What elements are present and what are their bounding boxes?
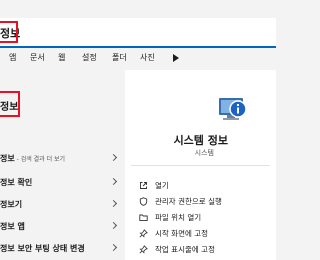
open-action[interactable]: 열기 <box>139 178 274 194</box>
action-label: 열기 <box>155 181 169 190</box>
action-label: 파일 위치 열기 <box>155 213 202 222</box>
app-subtitle: 시스템 <box>194 149 214 157</box>
result-label: 정보기 <box>0 200 23 209</box>
list-item[interactable]: 정보 - 검색 결과 더 보기 <box>0 150 122 168</box>
app-title: 시스템 정보 <box>173 134 228 147</box>
open-file-location-action[interactable]: 파일 위치 열기 <box>139 210 274 226</box>
run-as-admin-action[interactable]: 관리자 권한으로 실행 <box>139 194 274 210</box>
list-item[interactable]: 정보 보안 부팅 상태 변경 <box>0 240 122 258</box>
list-item[interactable]: 정보기 <box>0 196 122 214</box>
more-tabs-icon[interactable] <box>173 54 179 62</box>
pin-icon <box>139 229 148 238</box>
pin-to-start-action[interactable]: 시작 화면에 고정 <box>139 226 274 242</box>
tab-photos[interactable]: 사진 <box>140 52 155 63</box>
search-bar[interactable]: 정보 <box>0 18 276 48</box>
system-info-icon <box>219 98 247 120</box>
tab-documents[interactable]: 문서 <box>30 52 45 63</box>
open-icon <box>140 182 147 189</box>
pin-icon <box>139 245 148 254</box>
results-list: 정보 정보 - 검색 결과 더 보기 정보 확인 정보기 정보 앱 정보 보안 … <box>0 74 122 260</box>
chevron-right-icon <box>109 221 118 230</box>
shield-icon <box>139 197 148 206</box>
list-item[interactable]: 정보 앱 <box>0 218 122 236</box>
search-highlight-box <box>0 21 18 43</box>
action-label: 시작 화면에 고정 <box>155 229 209 238</box>
tab-settings[interactable]: 설정 <box>82 52 97 63</box>
tab-folders[interactable]: 폴더 <box>112 52 127 63</box>
action-label: 관리자 권한으로 실행 <box>155 197 222 206</box>
tab-web[interactable]: 웹 <box>58 52 65 63</box>
chevron-right-icon <box>109 243 118 252</box>
result-label: 정보 확인 <box>0 178 33 187</box>
list-item[interactable]: 정보 확인 <box>0 174 122 192</box>
result-label: 정보 앱 <box>0 222 25 231</box>
pin-to-taskbar-action[interactable]: 작업 표시줄에 고정 <box>139 242 274 258</box>
filter-tabs: 앱 문서 웹 설정 폴더 사진 <box>0 48 276 70</box>
result-label: 정보 <box>0 154 15 163</box>
chevron-right-icon <box>109 177 118 186</box>
folder-icon <box>139 214 148 222</box>
result-sublabel: - 검색 결과 더 보기 <box>14 156 66 163</box>
action-label: 작업 표시줄에 고정 <box>155 245 215 254</box>
tab-apps[interactable]: 앱 <box>9 52 16 63</box>
chevron-right-icon <box>109 153 118 162</box>
chevron-right-icon <box>109 199 118 208</box>
divider <box>131 165 270 166</box>
result-label: 정보 보안 부팅 상태 변경 <box>0 244 85 253</box>
best-match-highlight-box <box>0 91 20 117</box>
detail-pane: 시스템 정보 시스템 열기 관리자 권한으로 실행 파일 위치 열기 시작 화면… <box>125 70 276 260</box>
